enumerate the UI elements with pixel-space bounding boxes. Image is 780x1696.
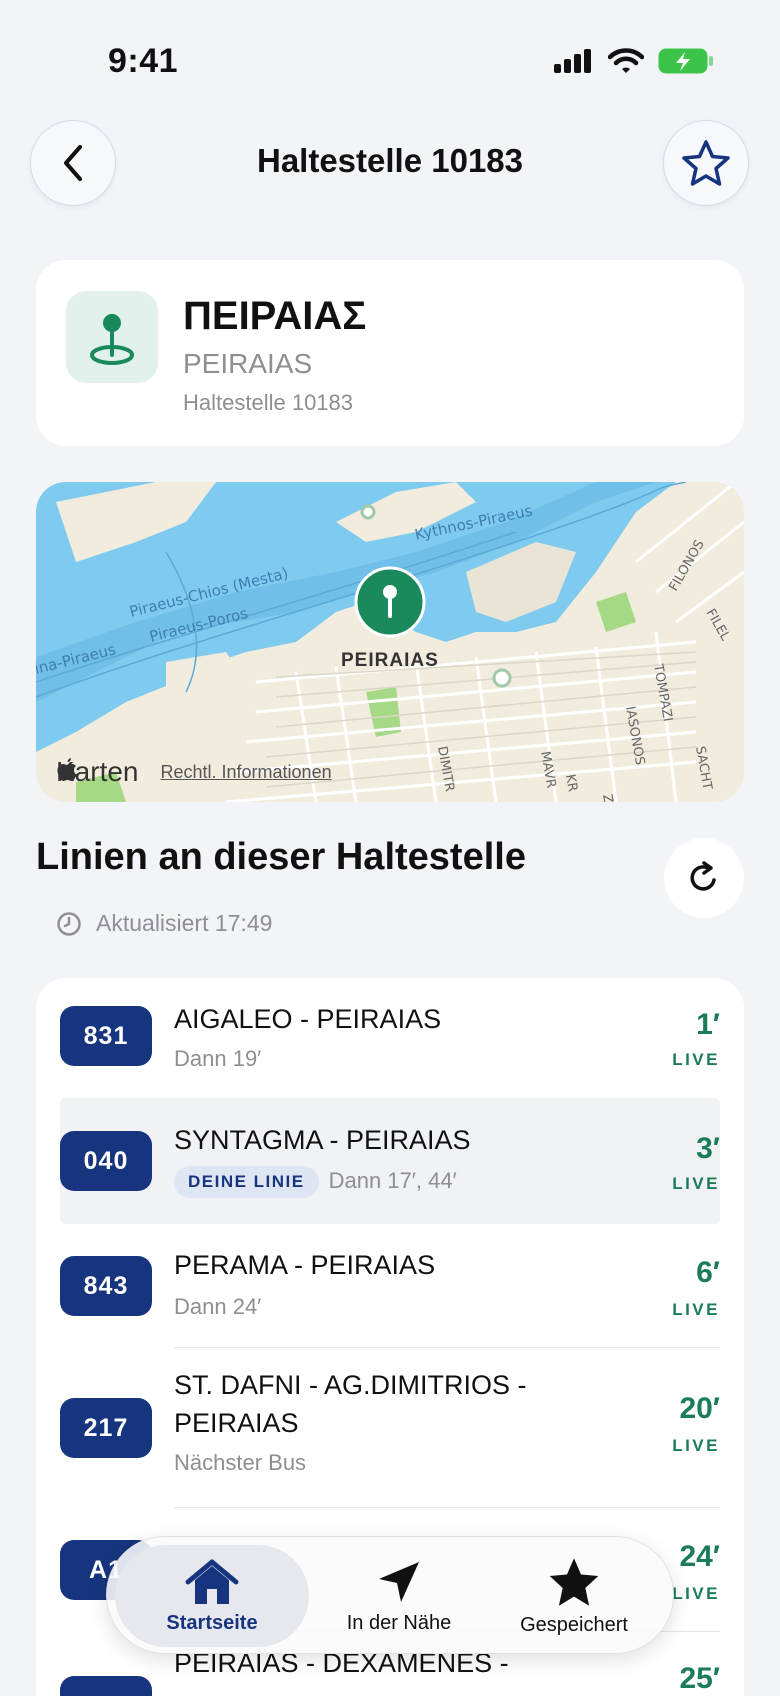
tab-saved-label: Gespeichert	[520, 1613, 628, 1636]
star-outline-icon	[682, 140, 730, 186]
line-row-217[interactable]: 217 ST. DAFNI - AG.DIMITRIOS - PEIRAIAS …	[60, 1348, 720, 1508]
line-badge: 831	[60, 1006, 152, 1066]
battery-charging-icon	[658, 48, 713, 74]
line-destination-part1: ST. DAFNI - AG.DIMITRIOS -	[174, 1370, 527, 1400]
your-line-chip: DEINE LINIE	[174, 1166, 319, 1198]
line-minutes: 24′	[679, 1540, 720, 1573]
line-badge: 040	[60, 1131, 152, 1191]
map-credit: Karten Rechtl. Informationen	[56, 756, 332, 788]
line-destination: AIGALEO - PEIRAIAS	[174, 1004, 442, 1034]
tab-home-label: Startseite	[166, 1611, 258, 1634]
status-bar: 9:41	[0, 0, 780, 110]
map-pin-label: PEIRAIAS	[341, 650, 439, 671]
line-minutes: 3′	[696, 1132, 720, 1165]
line-minutes: 6′	[696, 1256, 720, 1289]
map-canvas: Kythnos-Piraeus Piraeus-Chios (Mesta) Pi…	[36, 482, 744, 802]
map-view[interactable]: Kythnos-Piraeus Piraeus-Chios (Mesta) Pi…	[36, 482, 744, 802]
lines-section-title: Linien an dieser Haltestelle	[36, 836, 526, 878]
line-destination: SYNTAGMA - PEIRAIAS	[174, 1125, 471, 1155]
line-next-departures: Dann 19′	[174, 1046, 262, 1071]
map-label-z: Z	[599, 793, 615, 802]
line-badge	[60, 1676, 152, 1696]
line-next-departures-row: DEINE LINIE Dann 17′, 44′	[174, 1166, 457, 1198]
line-destination: PERAMA - PEIRAIAS	[174, 1250, 436, 1280]
status-icons	[554, 48, 714, 74]
map-label-kr: KR	[562, 773, 580, 793]
location-arrow-icon	[379, 1561, 419, 1602]
tab-bar: Startseite In der Nähe Gespeichert	[106, 1536, 674, 1654]
line-row-843[interactable]: 843 PERAMA - PEIRAIAS Dann 24′ 6′ LIVE	[60, 1224, 720, 1348]
favorite-button[interactable]	[663, 120, 749, 206]
live-badge: LIVE	[672, 1584, 720, 1603]
tab-home[interactable]: Startseite	[115, 1537, 309, 1655]
stop-number: Haltestelle 10183	[183, 390, 354, 415]
status-time: 9:41	[108, 42, 179, 80]
line-minutes: 25′	[679, 1662, 720, 1695]
line-badge: 217	[60, 1398, 152, 1458]
maps-brand: Karten	[56, 756, 139, 788]
clock-icon	[57, 911, 81, 936]
line-row-831[interactable]: 831 AIGALEO - PEIRAIAS Dann 19′ 1′ LIVE	[60, 978, 720, 1098]
live-badge: LIVE	[672, 1300, 720, 1319]
live-badge: LIVE	[672, 1174, 720, 1193]
map-pin-icon	[90, 314, 134, 365]
house-icon	[185, 1559, 239, 1604]
line-minutes: 20′	[679, 1392, 720, 1425]
tab-saved[interactable]: Gespeichert	[481, 1537, 667, 1655]
tab-nearby[interactable]: In der Nähe	[307, 1537, 491, 1655]
line-row-040[interactable]: 040 SYNTAGMA - PEIRAIAS DEINE LINIE Dann …	[60, 1098, 720, 1224]
refresh-button[interactable]	[664, 838, 744, 918]
apple-logo-icon	[57, 758, 77, 781]
wifi-icon	[608, 48, 644, 73]
refresh-icon	[690, 861, 716, 891]
star-filled-icon	[549, 1557, 599, 1606]
live-badge: LIVE	[672, 1050, 720, 1069]
line-next-departures: Dann 17′, 44′	[328, 1167, 457, 1193]
line-destination: ST. DAFNI - AG.DIMITRIOS - PEIRAIAS	[174, 1366, 527, 1442]
line-minutes: 1′	[696, 1008, 720, 1041]
updated-timestamp: Aktualisiert 17:49	[56, 910, 272, 937]
legal-info-link[interactable]: Rechtl. Informationen	[161, 762, 332, 783]
line-badge: 843	[60, 1256, 152, 1316]
stop-name: ΠΕΙΡΑΙΑΣ	[183, 294, 367, 338]
stop-icon-box	[66, 291, 158, 383]
line-next-departures: Dann 24′	[174, 1294, 262, 1319]
stop-info-card: ΠΕΙΡΑΙΑΣ PEIRAIAS Haltestelle 10183	[36, 260, 744, 446]
line-destination-part2: PEIRAIAS	[174, 1408, 299, 1438]
live-badge: LIVE	[672, 1436, 720, 1455]
station-pin-icon[interactable]	[354, 566, 426, 638]
tab-nearby-label: In der Nähe	[346, 1611, 452, 1634]
updated-label: Aktualisiert 17:49	[96, 910, 273, 936]
line-next-departures: Nächster Bus	[174, 1450, 307, 1475]
cellular-signal-icon	[554, 49, 591, 73]
stop-name-latin: PEIRAIAS	[183, 348, 313, 379]
